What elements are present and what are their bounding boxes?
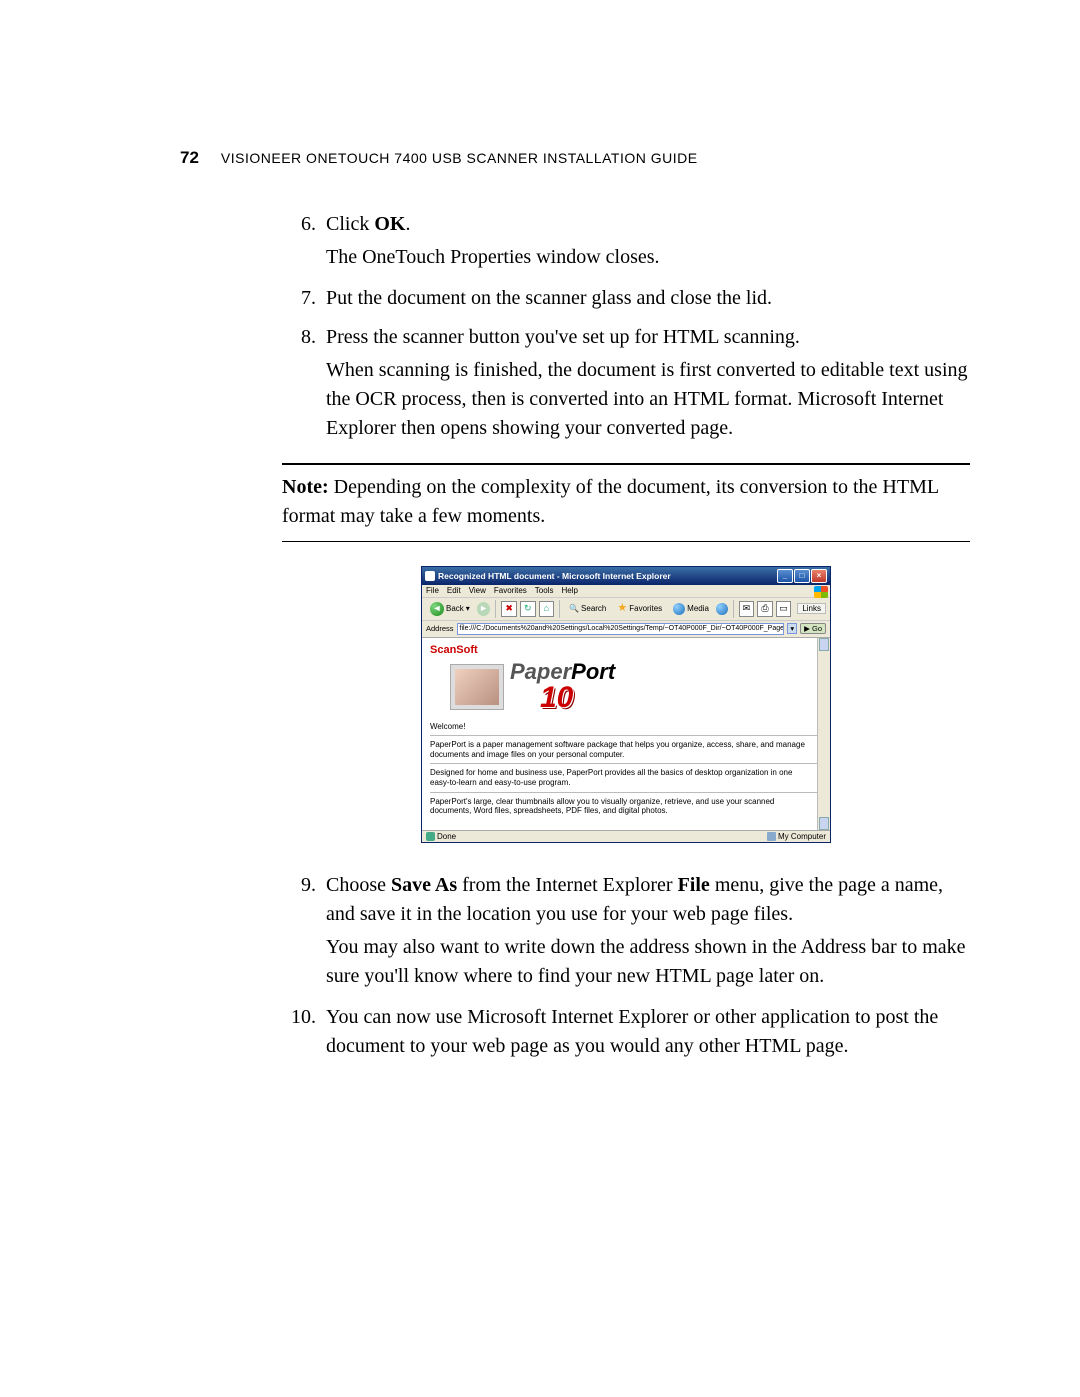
step-number: 9. (282, 871, 326, 997)
welcome-text: Welcome! (430, 722, 822, 732)
menu-view[interactable]: View (469, 586, 486, 596)
step-text: Put the document on the scanner glass an… (326, 284, 970, 313)
step-text: Click OK. (326, 210, 970, 239)
divider (430, 792, 822, 793)
step-6: 6. Click OK. The OneTouch Properties win… (282, 210, 970, 278)
home-icon[interactable]: ⌂ (539, 601, 555, 617)
step-9: 9. Choose Save As from the Internet Expl… (282, 871, 970, 997)
edit-icon[interactable]: ▭ (776, 601, 792, 617)
step-subtext: The OneTouch Properties window closes. (326, 243, 970, 272)
address-input[interactable]: file:///C:/Documents%20and%20Settings/Lo… (457, 623, 785, 635)
note-block: Note: Depending on the complexity of the… (282, 473, 970, 531)
page-content: 6. Click OK. The OneTouch Properties win… (180, 210, 970, 1065)
forward-icon[interactable]: ► (477, 602, 491, 616)
divider (430, 735, 822, 736)
refresh-icon[interactable]: ↻ (520, 601, 536, 617)
computer-icon (767, 832, 776, 841)
minimize-icon[interactable]: _ (777, 569, 793, 583)
step-subtext: You may also want to write down the addr… (326, 933, 970, 991)
step-number: 6. (282, 210, 326, 278)
page-header: 72 VISIONEER ONETOUCH 7400 USB SCANNER I… (180, 148, 970, 168)
zone-text: My Computer (778, 832, 826, 842)
step-number: 10. (282, 1003, 326, 1065)
search-button[interactable]: 🔍Search (565, 602, 610, 616)
ie-toolbar: ◄Back ▾ ► ✖ ↻ ⌂ 🔍Search ★Favorites Media… (422, 598, 830, 621)
ie-menubar: File Edit View Favorites Tools Help (422, 585, 830, 598)
page-number: 72 (180, 148, 199, 168)
menu-tools[interactable]: Tools (535, 586, 554, 596)
media-icon (673, 603, 685, 615)
close-icon[interactable]: × (811, 569, 827, 583)
step-7: 7. Put the document on the scanner glass… (282, 284, 970, 317)
maximize-icon[interactable]: □ (794, 569, 810, 583)
paperport-logo: PaperPort 10 (450, 659, 822, 715)
divider (282, 541, 970, 542)
windows-logo-icon (814, 586, 828, 598)
back-button[interactable]: ◄Back ▾ (426, 600, 474, 618)
step-text: Press the scanner button you've set up f… (326, 323, 970, 352)
separator (559, 600, 560, 618)
back-icon: ◄ (430, 602, 444, 616)
favorites-button[interactable]: ★Favorites (613, 600, 666, 617)
links-label[interactable]: Links (797, 603, 826, 615)
menu-favorites[interactable]: Favorites (494, 586, 527, 596)
menu-edit[interactable]: Edit (447, 586, 461, 596)
ie-window-title: Recognized HTML document - Microsoft Int… (438, 571, 671, 581)
scansoft-logo: ScanSoft (430, 644, 478, 657)
mail-icon[interactable]: ✉ (739, 601, 755, 617)
step-subtext: When scanning is finished, the document … (326, 356, 970, 443)
step-number: 8. (282, 323, 326, 449)
history-icon[interactable] (716, 603, 728, 615)
step-8: 8. Press the scanner button you've set u… (282, 323, 970, 449)
ie-titlebar: Recognized HTML document - Microsoft Int… (422, 567, 830, 585)
stop-icon[interactable]: ✖ (501, 601, 517, 617)
ie-addressbar: Address file:///C:/Documents%20and%20Set… (422, 621, 830, 638)
scrollbar[interactable] (817, 638, 830, 830)
star-icon: ★ (617, 602, 627, 615)
divider (282, 463, 970, 465)
ie-statusbar: Done My Computer (422, 830, 830, 843)
body-paragraph: Designed for home and business use, Pape… (430, 768, 822, 787)
done-icon (426, 832, 435, 841)
divider (430, 763, 822, 764)
address-label: Address (426, 624, 454, 633)
step-text: Choose Save As from the Internet Explore… (326, 871, 970, 929)
body-paragraph: PaperPort is a paper management software… (430, 740, 822, 759)
menu-file[interactable]: File (426, 586, 439, 596)
media-button[interactable]: Media (669, 601, 713, 617)
status-text: Done (437, 832, 456, 842)
search-icon: 🔍 (569, 604, 579, 614)
folder-thumbnail-icon (450, 664, 504, 710)
go-button[interactable]: ▶ Go (800, 623, 826, 634)
print-icon[interactable]: ⎙ (757, 601, 773, 617)
step-number: 7. (282, 284, 326, 317)
dropdown-icon[interactable]: ▾ (787, 623, 797, 634)
ie-logo-icon (425, 571, 435, 581)
ie-page-body: ScanSoft PaperPort 10 Welcome! PaperPort… (422, 638, 830, 830)
separator (733, 600, 734, 618)
separator (495, 600, 496, 618)
header-title: VISIONEER ONETOUCH 7400 USB SCANNER INST… (221, 150, 698, 166)
step-text: You can now use Microsoft Internet Explo… (326, 1003, 970, 1061)
step-10: 10. You can now use Microsoft Internet E… (282, 1003, 970, 1065)
menu-help[interactable]: Help (561, 586, 577, 596)
body-paragraph: PaperPort's large, clear thumbnails allo… (430, 797, 822, 816)
ie-screenshot: Recognized HTML document - Microsoft Int… (421, 566, 831, 843)
